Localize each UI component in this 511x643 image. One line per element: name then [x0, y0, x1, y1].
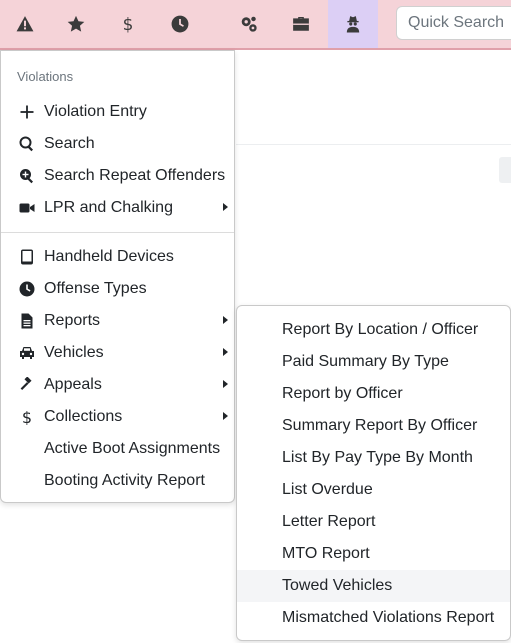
menu-divider	[1, 232, 234, 233]
menu-item-appeals[interactable]: Appeals	[1, 369, 234, 401]
nav-payments[interactable]: $	[104, 0, 152, 48]
svg-text:$: $	[22, 409, 32, 425]
nav-history[interactable]	[156, 0, 204, 48]
submenu-item-summary-report-by-officer[interactable]: Summary Report By Officer	[237, 410, 510, 442]
file-icon	[18, 313, 36, 329]
menu-item-offense-types[interactable]: Offense Types	[1, 273, 234, 305]
quick-search-input[interactable]	[396, 6, 511, 40]
menu-item-booting-activity-report[interactable]: Booting Activity Report	[1, 465, 234, 497]
menu-item-handheld-devices[interactable]: Handheld Devices	[1, 241, 234, 273]
user-secret-icon	[346, 16, 360, 33]
menu-item-vehicles[interactable]: Vehicles	[1, 337, 234, 369]
submenu-item-towed-vehicles[interactable]: Towed Vehicles	[237, 570, 510, 602]
nav-business[interactable]	[277, 0, 325, 48]
nav-violations[interactable]	[1, 0, 49, 48]
plus-icon	[18, 104, 36, 120]
dollar-icon: $	[18, 409, 36, 425]
video-camera-icon	[18, 200, 36, 216]
gears-icon	[241, 16, 257, 32]
submenu-item-report-by-officer[interactable]: Report by Officer	[237, 378, 510, 410]
menu-item-reports[interactable]: Reports	[1, 305, 234, 337]
menu-item-collections[interactable]: $ Collections	[1, 401, 234, 433]
menu-item-lpr-and-chalking[interactable]: LPR and Chalking	[1, 192, 234, 224]
submenu-caret-icon	[223, 380, 228, 388]
submenu-item-mto-report[interactable]: MTO Report	[237, 538, 510, 570]
search-icon	[18, 136, 36, 152]
page-divider	[236, 144, 511, 145]
submenu-caret-icon	[223, 348, 228, 356]
submenu-caret-icon	[223, 316, 228, 324]
reports-submenu: Report By Location / Officer Paid Summar…	[236, 305, 511, 641]
car-icon	[18, 345, 36, 361]
violations-dropdown-menu: Violations Violation Entry Search Search…	[0, 50, 235, 503]
clock-icon	[18, 281, 36, 297]
star-icon	[67, 15, 85, 32]
page-control-edge	[499, 157, 511, 183]
nav-enforcement[interactable]	[328, 0, 378, 48]
menu-item-search[interactable]: Search	[1, 128, 234, 160]
menu-item-search-repeat-offenders[interactable]: Search Repeat Offenders	[1, 160, 234, 192]
menu-item-active-boot-assignments[interactable]: Active Boot Assignments	[1, 433, 234, 465]
gavel-icon	[18, 377, 36, 393]
briefcase-icon	[293, 17, 309, 31]
nav-favorites[interactable]	[52, 0, 100, 48]
submenu-item-letter-report[interactable]: Letter Report	[237, 506, 510, 538]
menu-item-violation-entry[interactable]: Violation Entry	[1, 96, 234, 128]
top-navbar: $	[0, 0, 511, 50]
menu-header: Violations	[17, 69, 74, 84]
svg-text:$: $	[123, 15, 134, 33]
tablet-icon	[18, 249, 36, 265]
submenu-item-list-overdue[interactable]: List Overdue	[237, 474, 510, 506]
submenu-item-paid-summary-by-type[interactable]: Paid Summary By Type	[237, 346, 510, 378]
dollar-icon: $	[123, 15, 134, 33]
submenu-item-mismatched-violations-report[interactable]: Mismatched Violations Report	[237, 602, 510, 634]
search-plus-icon	[18, 168, 36, 184]
submenu-caret-icon	[223, 412, 228, 420]
nav-settings[interactable]	[225, 0, 273, 48]
clock-icon	[171, 15, 189, 33]
submenu-item-report-by-location-officer[interactable]: Report By Location / Officer	[237, 314, 510, 346]
alert-triangle-icon	[16, 16, 34, 32]
submenu-item-list-by-pay-type-by-month[interactable]: List By Pay Type By Month	[237, 442, 510, 474]
submenu-caret-icon	[223, 203, 228, 211]
